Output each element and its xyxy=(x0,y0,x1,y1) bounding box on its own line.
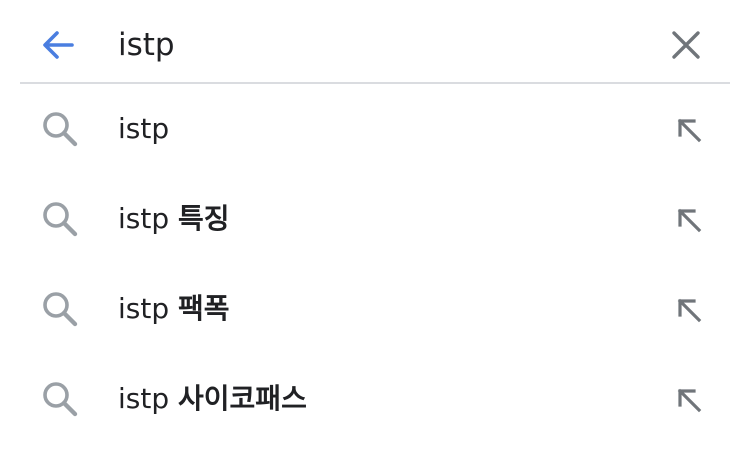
suggestion-item[interactable]: istp xyxy=(0,84,750,174)
fill-query-button[interactable] xyxy=(665,106,713,154)
arrow-up-left-icon xyxy=(677,298,702,323)
search-icon xyxy=(43,202,78,237)
suggestion-text: istp 사이코패스 xyxy=(118,354,307,444)
suggestion-item[interactable]: istp 사이코패스 xyxy=(0,354,750,444)
fill-query-button[interactable] xyxy=(665,376,713,424)
arrow-up-left-icon xyxy=(677,208,702,233)
suggestion-prefix: istp xyxy=(118,112,170,145)
search-icon xyxy=(43,112,78,147)
search-input[interactable] xyxy=(118,22,618,68)
suggestion-completion: 특징 xyxy=(178,202,230,235)
clear-button[interactable] xyxy=(662,21,710,69)
suggestion-item[interactable]: istp 특징 xyxy=(0,174,750,264)
close-icon xyxy=(672,31,700,59)
fill-query-button[interactable] xyxy=(665,196,713,244)
suggestion-list: istp istp 특징 istp 팩폭 istp 사이코패스 xyxy=(0,84,750,444)
arrow-up-left-icon xyxy=(677,388,702,413)
suggestion-prefix: istp xyxy=(118,292,170,325)
suggestion-text: istp 특징 xyxy=(118,174,230,264)
search-icon xyxy=(43,382,78,417)
search-header xyxy=(0,0,750,90)
suggestion-prefix: istp xyxy=(118,202,170,235)
suggestion-item[interactable]: istp 팩폭 xyxy=(0,264,750,354)
search-icon xyxy=(43,292,78,327)
fill-query-button[interactable] xyxy=(665,286,713,334)
suggestion-prefix: istp xyxy=(118,382,170,415)
suggestion-completion: 팩폭 xyxy=(178,292,230,325)
suggestion-text: istp 팩폭 xyxy=(118,264,230,354)
suggestion-text: istp xyxy=(118,84,169,174)
suggestion-completion: 사이코패스 xyxy=(178,382,307,415)
back-button[interactable] xyxy=(34,21,82,69)
arrow-left-icon xyxy=(43,31,74,59)
arrow-up-left-icon xyxy=(677,118,702,143)
